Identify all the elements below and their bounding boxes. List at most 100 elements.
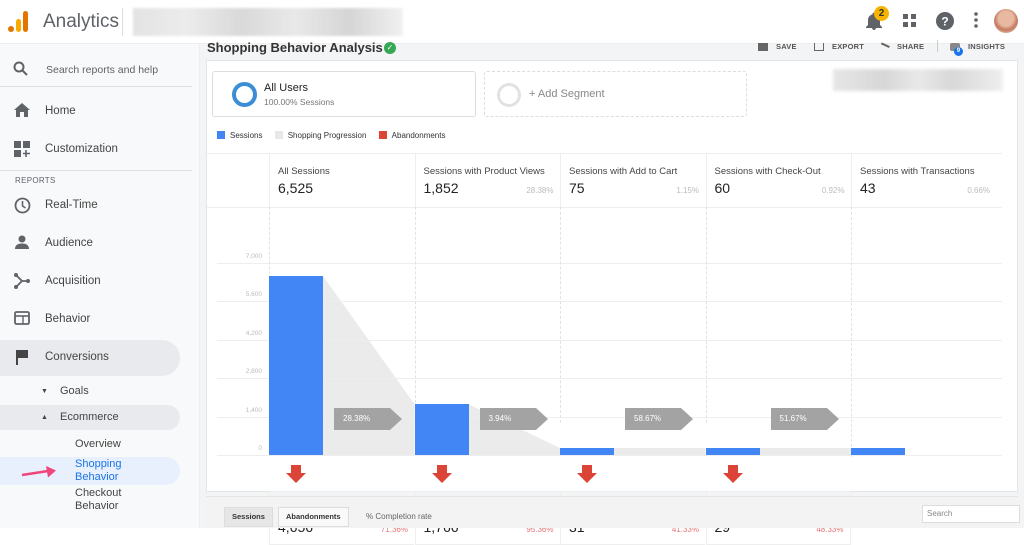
sidebar-search[interactable]: Search reports and help [0, 50, 192, 90]
y-tick-label: 4,200 [245, 329, 262, 337]
more-options-button[interactable] [966, 12, 986, 32]
search-icon [13, 61, 28, 81]
sessions-bar[interactable] [705, 448, 760, 455]
chart-legend: Sessions Shopping Progression Abandonmen… [217, 131, 455, 140]
segment-ring-icon [497, 83, 521, 107]
progression-rate-arrow: 51.67% [770, 408, 839, 430]
progression-rate-arrow: 3.94% [479, 408, 548, 430]
funnel-stage-header[interactable]: All Sessions 6,525 [269, 153, 414, 207]
sidebar-item-checkout-behavior[interactable]: Checkout Behavior [0, 486, 180, 514]
segment-all-users[interactable]: All Users 100.00% Sessions [212, 71, 476, 117]
grid-line [217, 455, 1002, 456]
sidebar-item-audience[interactable]: Audience [0, 226, 180, 262]
sidebar-item-home[interactable]: Home [0, 94, 180, 130]
sidebar-item-ecommerce[interactable]: ▲ Ecommerce [0, 405, 180, 430]
legend-swatch [274, 131, 283, 139]
sidebar-item-real-time[interactable]: Real-Time [0, 188, 180, 224]
stage-value: 75 [569, 180, 585, 196]
insights-label: INSIGHTS [968, 42, 1006, 51]
tab-sessions[interactable]: Sessions [224, 507, 273, 527]
stage-percent: 0.92% [821, 186, 845, 195]
segment-ring-icon [232, 82, 257, 107]
verified-check-icon: ✓ [384, 42, 396, 54]
analytics-logo-icon[interactable] [8, 10, 30, 32]
save-label: SAVE [776, 42, 797, 51]
y-tick-label: 5,600 [245, 291, 262, 299]
person-icon [13, 235, 31, 253]
sidebar-item-behavior[interactable]: Behavior [0, 302, 180, 338]
stage-title: All Sessions [278, 166, 330, 177]
legend-swatch [217, 131, 225, 139]
sidebar-item-customization[interactable]: Customization [0, 132, 180, 168]
legend-label: Abandonments [391, 131, 446, 140]
stage-value: 1,852 [423, 180, 459, 196]
legend-label: Sessions [230, 131, 263, 140]
sidebar-item-label: Behavior [45, 313, 91, 325]
save-button[interactable]: SAVE [758, 42, 797, 52]
sidebar-item-label: Home [45, 105, 76, 117]
tab-abandonments[interactable]: Abandonments [278, 507, 349, 527]
funnel-stage-header[interactable]: Sessions with Check-Out 60 0.92% [705, 153, 851, 207]
abandonment-arrow-icon [722, 465, 743, 483]
sessions-bar[interactable] [269, 276, 323, 455]
sidebar-item-overview[interactable]: Overview [0, 434, 180, 454]
save-icon [758, 43, 768, 52]
abandonment-arrow-icon [431, 465, 452, 483]
legend-item: Sessions [217, 131, 262, 140]
svg-text:?: ? [941, 15, 948, 29]
progression-rate-arrow: 58.67% [625, 408, 693, 430]
insights-button[interactable]: 9 INSIGHTS [950, 42, 1006, 57]
stage-value: 6,525 [278, 180, 314, 196]
progression-rate-label: 28.38% [343, 414, 371, 423]
funnel-stage-header[interactable]: Sessions with Add to Cart 75 1.15% [560, 153, 705, 207]
annotation-arrow-icon [21, 466, 56, 478]
grid-line [217, 301, 1002, 303]
sidebar-item-label: Goals [60, 385, 89, 397]
completion-rate-label[interactable]: % Completion rate [366, 512, 432, 521]
stage-title: Sessions with Add to Cart [569, 166, 678, 177]
export-button[interactable]: EXPORT [814, 42, 864, 52]
home-icon [13, 103, 31, 121]
help-icon: ? [936, 12, 954, 30]
triangle-down-icon: ▼ [41, 388, 48, 395]
progression-rate-arrow: 28.38% [334, 408, 402, 430]
sidebar-item-label: Acquisition [45, 275, 101, 287]
sidebar-item-acquisition[interactable]: Acquisition [0, 264, 180, 300]
apps-button[interactable] [900, 12, 920, 32]
stage-percent: 0.66% [967, 186, 990, 195]
sessions-bar[interactable] [851, 448, 905, 455]
column-separator [414, 207, 416, 423]
progression-rate-label: 58.67% [634, 414, 662, 423]
search-input[interactable]: Search reports and help [46, 64, 158, 76]
add-segment-button[interactable]: + Add Segment [484, 71, 747, 117]
legend-swatch [378, 131, 387, 139]
sessions-bar[interactable] [560, 448, 614, 455]
share-button[interactable]: SHARE [879, 42, 924, 52]
main-content: Shopping Behavior Analysis ✓ SAVE EXPORT… [200, 40, 1024, 545]
apps-grid-icon [903, 14, 916, 27]
sidebar-item-label: Checkout Behavior [75, 487, 122, 512]
table-controls: Sessions Abandonments % Completion rate … [206, 496, 1020, 528]
sidebar-item-goals[interactable]: ▼ Goals [0, 380, 180, 402]
sessions-bar[interactable] [414, 404, 469, 455]
legend-item: Shopping Progression [274, 131, 366, 140]
report-panel: All Users 100.00% Sessions + Add Segment… [206, 60, 1018, 545]
dashboard-add-icon [13, 141, 31, 159]
stage-title: Sessions with Check-Out [714, 166, 821, 177]
sidebar-item-label: Real-Time [45, 199, 98, 211]
clock-icon [13, 197, 31, 215]
segment-sub: 100.00% Sessions [264, 97, 335, 107]
funnel-stage-header[interactable]: Sessions with Transactions 43 0.66% [851, 153, 996, 207]
notifications-button[interactable]: 2 [864, 6, 889, 32]
more-vert-icon [974, 12, 978, 28]
page-title: Shopping Behavior Analysis [207, 40, 383, 55]
abandonment-arrow-icon [577, 465, 597, 483]
help-button[interactable]: ? [935, 12, 955, 32]
stage-percent: 1.15% [676, 186, 699, 195]
avatar[interactable] [994, 9, 1018, 33]
date-range-selector[interactable] [833, 69, 1003, 91]
sidebar-item-conversions[interactable]: Conversions [0, 340, 180, 376]
table-search-input[interactable]: Search [922, 505, 1020, 523]
account-selector[interactable] [133, 8, 403, 36]
funnel-stage-header[interactable]: Sessions with Product Views 1,852 28.38% [414, 153, 560, 207]
